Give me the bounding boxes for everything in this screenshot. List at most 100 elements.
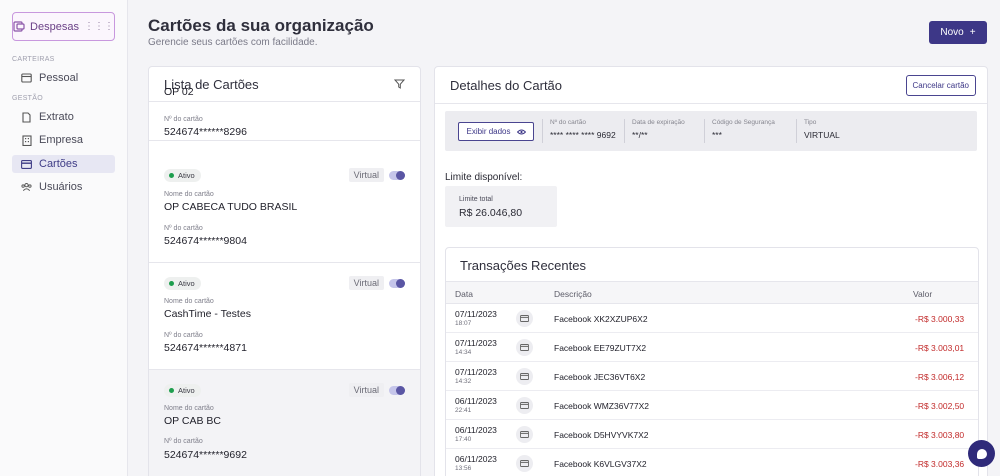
despesas-label: Despesas [30,20,79,33]
cvv-field: Código de Segurança *** [704,119,775,143]
page-title: Cartões da sua organização [148,16,374,35]
section-gestao: GESTÃO [12,95,43,102]
card-number-label: Nº do cartão [550,119,586,126]
new-card-button[interactable]: Novo + [929,21,987,44]
status-badge: Ativo [164,277,201,290]
tx-value: -R$ 3.002,50 [915,401,965,411]
wallet-icon [21,73,32,84]
tx-time: 18:07 [455,320,472,327]
sidebar-item-label: Extrato [39,111,74,123]
tx-date: 07/11/2023 [455,309,497,319]
tx-time: 14:34 [455,349,472,356]
show-data-label: Exibir dados [466,127,511,136]
credit-card-icon [516,339,533,356]
card-details-header: Detalhes do Cartão Cancelar cartão [435,67,987,104]
tx-time: 17:40 [455,436,472,443]
transactions-header-row: Data Descrição Valor [446,281,978,304]
tx-date: 06/11/2023 [455,454,497,464]
tx-description: Facebook K6VLGV37X2 [554,459,647,469]
card-list-item[interactable]: Ativo Virtual Nome do cartão OP CABECA T… [149,155,420,263]
card-details-panel: Detalhes do Cartão Cancelar cartão Exibi… [434,66,988,476]
tx-time: 13:56 [455,465,472,472]
sidebar-item-label: Pessoal [39,72,79,84]
column-header-date: Data [455,289,473,299]
table-row[interactable]: 07/11/2023 18:07 Facebook XK2XZUP6X2 -R$… [446,304,978,333]
status-label: Ativo [178,279,195,288]
card-list: OP 02 Nº do cartão 524674******8296 Ativ… [149,86,420,476]
active-dot-icon [169,281,174,286]
tx-value: -R$ 3.003,36 [915,459,965,469]
column-header-description: Descrição [554,289,592,299]
card-number: 524674******4871 [164,342,247,354]
cvv-value: *** [712,130,722,140]
card-name-label: Nome do cartão [164,191,214,198]
cvv-label: Código de Segurança [712,119,775,126]
card-name: CashTime - Testes [164,308,251,320]
page-subtitle: Gerencie seus cartões com facilidade. [148,37,318,48]
card-list-item-selected[interactable]: Ativo Virtual Nome do cartão OP CAB BC N… [149,370,420,476]
tx-value: -R$ 3.003,01 [915,343,965,353]
card-name-label: Nome do cartão [164,298,214,305]
expiry-label: Data de expiração [632,119,685,126]
tx-value: -R$ 3.000,33 [915,314,965,324]
credit-card-icon [516,426,533,443]
section-carteiras: CARTEIRAS [12,56,55,63]
active-dot-icon [169,388,174,393]
card-toggle[interactable] [389,278,405,288]
despesas-switcher-button[interactable]: Despesas ⋮⋮⋮ [12,12,115,41]
tx-time: 22:41 [455,407,472,414]
table-row[interactable]: 07/11/2023 14:32 Facebook JEC36VT6X2 -R$… [446,362,978,391]
new-card-label: Novo [940,27,964,38]
card-toggle[interactable] [389,385,405,395]
sidebar-item-empresa[interactable]: Empresa [12,131,115,149]
tx-description: Facebook EE79ZUT7X2 [554,343,647,353]
sidebar-item-usuarios[interactable]: Usuários [12,178,115,196]
card-number-value: **** **** **** 9692 [550,130,616,140]
card-number: 524674******9804 [164,235,247,247]
users-icon [21,182,32,193]
card-name: OP CABECA TUDO BRASIL [164,201,298,213]
type-value: VIRTUAL [804,130,840,140]
card-list-item[interactable]: Ativo Virtual Nome do cartão CashTime - … [149,263,420,370]
credit-card-icon [516,455,533,472]
card-info-bar: Exibir dados Nº do cartão **** **** ****… [445,111,977,151]
expiry-value: **/** [632,130,648,140]
sidebar-item-extrato[interactable]: Extrato [12,108,115,126]
table-row[interactable]: 07/11/2023 14:34 Facebook EE79ZUT7X2 -R$… [446,333,978,362]
virtual-tag: Virtual [348,383,384,397]
tx-date: 07/11/2023 [455,367,497,377]
document-icon [21,111,32,123]
tx-description: Facebook WMZ36V77X2 [554,401,649,411]
table-row[interactable]: 06/11/2023 17:40 Facebook D5HVYVK7X2 -R$… [446,420,978,449]
virtual-tag: Virtual [348,168,384,182]
card-number-field: Nº do cartão **** **** **** 9692 [542,119,616,143]
tx-time: 14:32 [455,378,472,385]
sidebar-item-label: Cartões [39,158,78,170]
card-number: 524674******9692 [164,449,247,461]
limit-box: Limite total R$ 26.046,80 [445,186,557,227]
sidebar-item-label: Usuários [39,181,83,193]
sidebar-item-cartoes[interactable]: Cartões [12,155,115,173]
limit-title: Limite disponível: [445,172,523,183]
card-number-label: Nº do cartão [164,438,203,445]
table-row[interactable]: 06/11/2023 22:41 Facebook WMZ36V77X2 -R$… [446,391,978,420]
card-name-label: Nome do cartão [164,405,214,412]
limit-total-value: R$ 26.046,80 [459,207,523,219]
card-number: 524674******8296 [164,126,247,138]
tx-date: 07/11/2023 [455,338,497,348]
receipt-icon [13,21,25,32]
chat-support-button[interactable] [968,440,995,467]
card-toggle[interactable] [389,170,405,180]
status-badge: Ativo [164,384,201,397]
type-field: Tipo VIRTUAL [796,119,840,143]
status-label: Ativo [178,171,195,180]
sidebar-item-pessoal[interactable]: Pessoal [12,69,115,87]
limit-total-label: Limite total [459,196,493,203]
active-dot-icon [169,173,174,178]
card-list-item[interactable]: OP 02 Nº do cartão 524674******8296 [149,86,420,141]
show-data-button[interactable]: Exibir dados [458,122,534,141]
table-row[interactable]: 06/11/2023 13:56 Facebook K6VLGV37X2 -R$… [446,449,978,476]
cancel-card-button[interactable]: Cancelar cartão [905,74,976,96]
card-number-label: Nº do cartão [164,116,203,123]
expiry-field: Data de expiração **/** [624,119,685,143]
